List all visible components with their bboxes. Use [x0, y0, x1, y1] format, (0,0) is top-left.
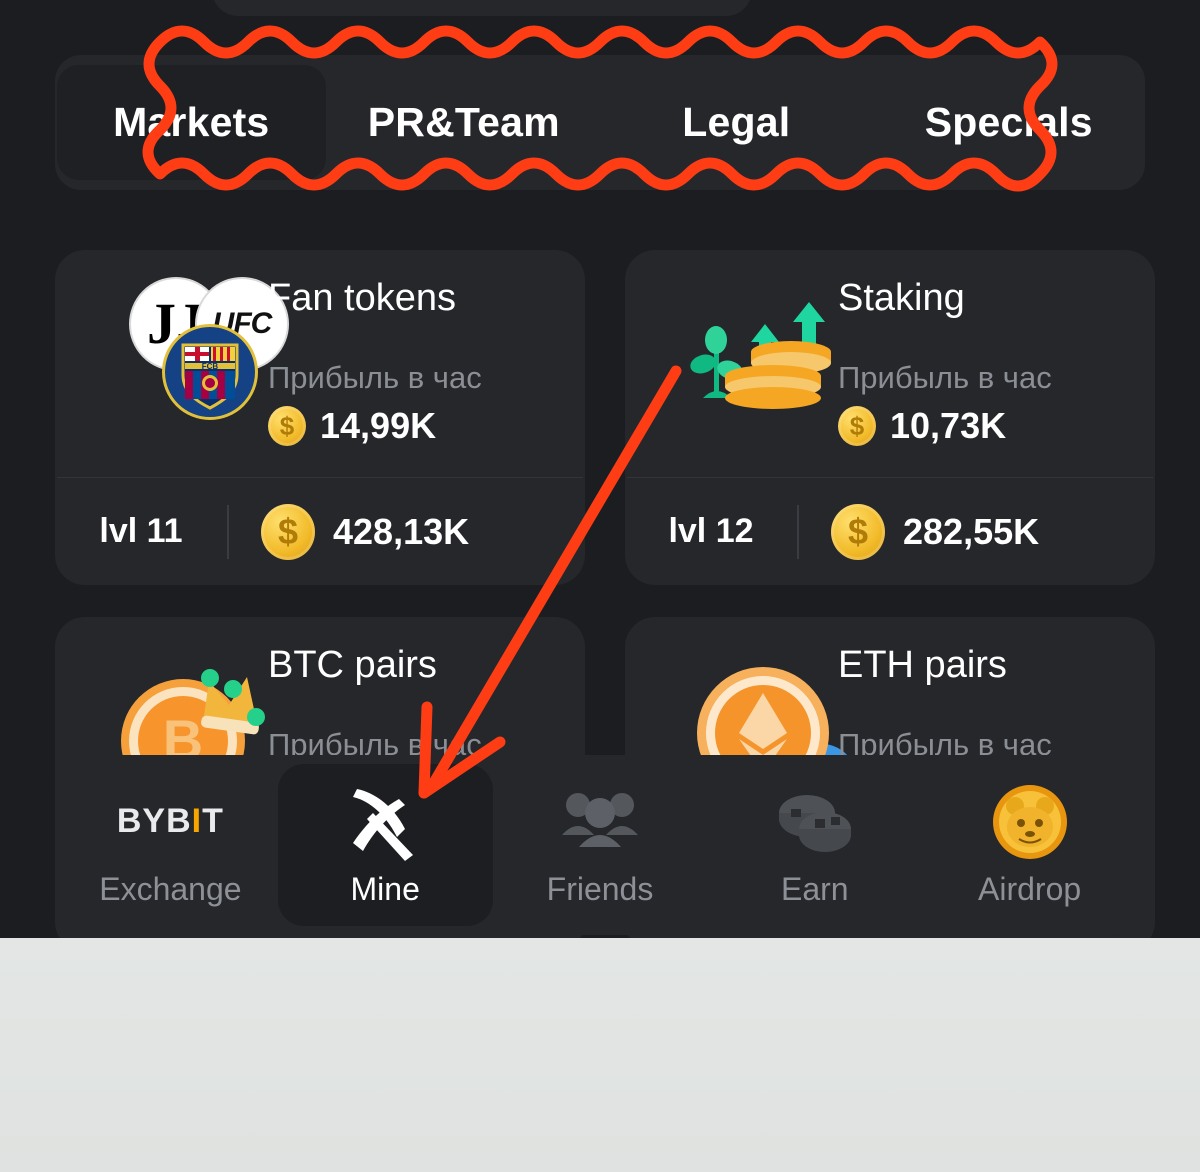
dollar-coin-icon	[268, 406, 306, 446]
tab-prteam[interactable]: PR&Team	[330, 65, 599, 180]
card-fan-tokens-level: lvl 11	[99, 512, 183, 550]
fan-tokens-logos-icon: JJ UFC FCB	[127, 272, 289, 432]
card-fan-tokens-title: Fan tokens	[268, 277, 456, 319]
nav-item-friends[interactable]: Friends	[493, 764, 708, 926]
card-fan-tokens-bottom: lvl 11 428,13K	[55, 478, 585, 585]
telegram-composer: Play Сообщение	[0, 938, 1200, 1172]
tab-legal[interactable]: Legal	[602, 65, 871, 180]
card-staking-rate-value: 10,73K	[890, 405, 1007, 446]
card-fan-tokens[interactable]: JJ UFC FCB Fan tokens Прибыль в час $ 14…	[55, 250, 585, 585]
card-staking-bottom: lvl 12 282,55K	[625, 478, 1155, 585]
card-staking-title: Staking	[838, 277, 965, 319]
nav-item-earn-label: Earn	[780, 870, 849, 907]
card-staking-top: Staking Прибыль в час 10,73K	[625, 250, 1155, 477]
card-staking-price-value: 282,55K	[903, 510, 1040, 552]
nav-item-earn[interactable]: Earn	[707, 764, 922, 926]
card-staking-rate: 10,73K	[838, 405, 1006, 447]
dollar-coin-icon	[838, 406, 876, 446]
top-cutoff-card	[212, 0, 752, 16]
fc-barcelona-logo-icon: FCB	[162, 324, 258, 420]
bottom-navigation: BYBIT Exchange Mine Friends Earn Airdrop	[55, 755, 1145, 935]
dollar-coin-icon	[831, 503, 885, 560]
card-fan-tokens-rate-value: 14,99K	[320, 405, 437, 446]
hamster-coin-icon	[991, 783, 1069, 861]
card-staking-price: 282,55K	[799, 503, 1155, 560]
bybit-part1: BYB	[116, 802, 192, 840]
bybit-logo-icon: BYBIT	[117, 783, 224, 861]
nav-item-friends-label: Friends	[546, 870, 654, 907]
card-staking-subtitle: Прибыль в час	[838, 360, 1052, 395]
nav-item-exchange-label: Exchange	[99, 870, 242, 907]
card-fan-tokens-price-value: 428,13K	[333, 510, 470, 552]
tab-specials-label: Specials	[924, 99, 1093, 145]
card-fan-tokens-top: JJ UFC FCB Fan tokens Прибыль в час $ 14…	[55, 250, 585, 477]
tab-markets[interactable]: Markets	[57, 65, 326, 180]
card-fan-tokens-rate: 14,99K	[268, 405, 436, 447]
nav-item-airdrop[interactable]: Airdrop	[922, 764, 1137, 926]
plant-growth-coins-icon	[673, 290, 838, 420]
dollar-coin-icon	[261, 503, 315, 560]
tab-prteam-label: PR&Team	[367, 99, 560, 145]
card-staking-level: lvl 12	[668, 512, 754, 550]
bybit-part2: I	[191, 802, 203, 840]
people-group-icon	[558, 783, 642, 861]
pickaxe-icon	[347, 783, 423, 861]
nav-item-exchange[interactable]: BYBIT Exchange	[63, 764, 278, 926]
card-fan-tokens-subtitle: Прибыль в час	[268, 360, 482, 395]
stacked-coins-icon	[773, 783, 857, 861]
category-tabbar: Markets PR&Team Legal Specials	[55, 55, 1145, 190]
nav-item-mine[interactable]: Mine	[277, 764, 493, 926]
tab-legal-label: Legal	[682, 99, 791, 145]
tab-markets-label: Markets	[113, 99, 270, 145]
card-eth-pairs-title: ETH pairs	[838, 644, 1007, 686]
card-staking[interactable]: Staking Прибыль в час 10,73K lvl 12 282,…	[625, 250, 1155, 585]
app-root: Markets PR&Team Legal Specials JJ UFC FC…	[0, 0, 1200, 1172]
nav-item-mine-label: Mine	[350, 870, 420, 907]
tab-specials[interactable]: Specials	[875, 65, 1144, 180]
svg-text:FCB: FCB	[202, 362, 219, 371]
bybit-part3: T	[202, 802, 224, 840]
card-fan-tokens-price: 428,13K	[229, 503, 585, 560]
nav-item-airdrop-label: Airdrop	[978, 870, 1082, 907]
card-btc-pairs-title: BTC pairs	[268, 644, 437, 686]
